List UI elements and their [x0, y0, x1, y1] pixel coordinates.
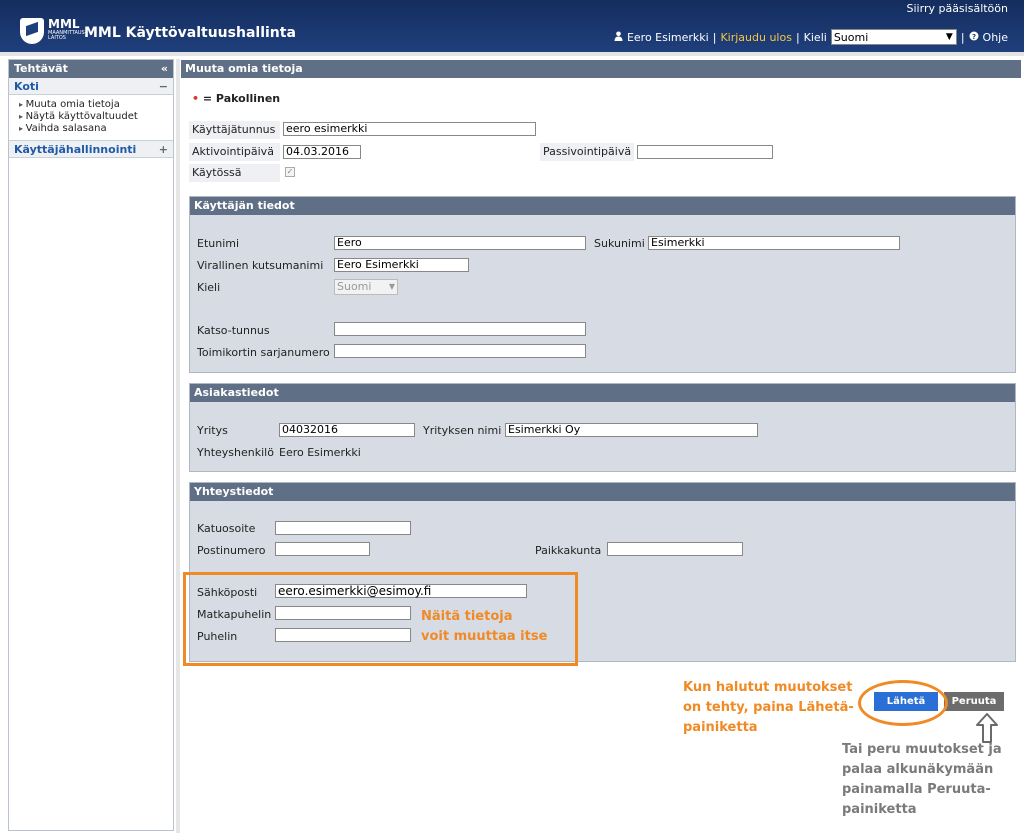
- required-legend: • = Pakollinen: [192, 92, 280, 105]
- page-title: Muuta omia tietoja: [181, 60, 1021, 78]
- city-label: Paikkakunta: [535, 544, 602, 557]
- first-name-label: Etunimi: [197, 237, 240, 250]
- official-name-label: Virallinen kutsumanimi: [197, 259, 324, 272]
- first-name-field[interactable]: Eero: [334, 236, 586, 250]
- skip-to-content-link[interactable]: Siirry pääsisältöön: [907, 2, 1008, 15]
- mml-logo-icon: [20, 18, 44, 44]
- cancel-hint-line: palaa alkunäkymään: [842, 762, 994, 777]
- user-bar: Eero Esimerkki | Kirjaudu ulos | Kieli S…: [614, 28, 1008, 46]
- sidebar-splitter[interactable]: [176, 59, 180, 833]
- separator: |: [960, 30, 965, 44]
- sidebar-section-home[interactable]: Koti −: [9, 78, 173, 95]
- in-use-checkbox[interactable]: ✓: [285, 167, 295, 177]
- contact-person-label: Yhteyshenkilö: [197, 446, 274, 459]
- chevron-down-icon: ▼: [388, 282, 395, 291]
- username-label: Käyttäjätunnus: [189, 121, 280, 139]
- app-title: MML Käyttövaltuushallinta: [84, 25, 296, 41]
- send-hint-line: on tehty, paina Lähetä-: [683, 700, 854, 715]
- cancel-hint-line: painamalla Peruuta-: [842, 782, 991, 797]
- sidebar-item-show-permissions[interactable]: Näytä käyttövaltuudet: [19, 111, 163, 123]
- section-title: Asiakastiedot: [190, 384, 1015, 402]
- contact-person-value: Eero Esimerkki: [279, 446, 361, 459]
- language-select-value: Suomi: [833, 30, 869, 44]
- user-icon: [614, 31, 623, 44]
- help-link[interactable]: Ohje: [983, 31, 1008, 44]
- editable-note-line: Näitä tietoja: [421, 609, 513, 624]
- required-marker: •: [192, 92, 200, 105]
- company-id-field[interactable]: 04032016: [279, 423, 415, 437]
- sidebar-item-change-own-info[interactable]: Muuta omia tietoja: [19, 99, 163, 111]
- logout-link[interactable]: Kirjaudu ulos: [720, 31, 792, 44]
- send-hint-line: Kun halutut muutokset: [683, 680, 853, 695]
- company-name-label: Yrityksen nimi: [423, 424, 502, 437]
- katso-id-field[interactable]: [334, 322, 586, 336]
- sidebar-item-change-password[interactable]: Vaihda salasana: [19, 123, 163, 135]
- language-select[interactable]: Suomi ▼: [830, 29, 957, 45]
- help-icon[interactable]: ?: [969, 31, 979, 44]
- section-title: Käyttäjän tiedot: [190, 197, 1015, 215]
- sidebar-home-items: Muuta omia tietoja Näytä käyttövaltuudet…: [9, 95, 173, 141]
- username-field[interactable]: eero esimerkki: [283, 122, 536, 136]
- send-button-highlight: [858, 680, 948, 726]
- city-field[interactable]: [607, 542, 743, 556]
- activation-date-label: Aktivointipäivä: [189, 143, 280, 161]
- katso-id-label: Katso-tunnus: [197, 324, 270, 337]
- company-name-field[interactable]: Esimerkki Oy: [505, 423, 758, 437]
- sidebar-section-label: Käyttäjähallinnointi: [14, 143, 137, 156]
- card-serial-field[interactable]: [334, 344, 586, 358]
- cancel-hint-line: painiketta: [842, 802, 917, 817]
- last-name-label: Sukunimi: [594, 237, 645, 250]
- editable-note-line: voit muuttaa itse: [421, 629, 548, 644]
- collapse-sidebar-icon[interactable]: «: [161, 62, 168, 76]
- activation-date-field[interactable]: 04.03.2016: [283, 145, 361, 159]
- logo-subtext: MAANMITTAUS-LAITOS: [48, 30, 87, 41]
- cancel-button[interactable]: Peruuta: [944, 692, 1004, 711]
- sidebar: Tehtävät « Koti − Muuta omia tietoja Näy…: [8, 59, 174, 831]
- official-name-field[interactable]: Eero Esimerkki: [334, 258, 469, 272]
- arrow-up-icon: [976, 713, 998, 743]
- street-field[interactable]: [275, 521, 411, 535]
- last-name-field[interactable]: Esimerkki: [648, 236, 900, 250]
- sidebar-title: Tehtävät: [14, 62, 68, 75]
- in-use-label: Käytössä: [189, 164, 280, 182]
- required-text: = Pakollinen: [202, 92, 281, 105]
- svg-text:?: ?: [972, 33, 976, 41]
- street-label: Katuosoite: [197, 522, 256, 535]
- send-hint: Kun halutut muutokset on tehty, paina Lä…: [683, 678, 854, 738]
- editable-note: Näitä tietoja voit muuttaa itse: [421, 607, 547, 647]
- cancel-hint: Tai peru muutokset ja palaa alkunäkymään…: [842, 740, 1002, 820]
- language-label: Kieli: [197, 281, 221, 294]
- separator: |: [795, 30, 800, 44]
- language-label: Kieli: [803, 30, 827, 44]
- user-name: Eero Esimerkki: [626, 30, 709, 44]
- postcode-field[interactable]: [275, 542, 370, 556]
- cancel-hint-line: Tai peru muutokset ja: [842, 742, 1002, 757]
- sidebar-section-user-admin[interactable]: Käyttäjähallinnointi +: [9, 141, 173, 158]
- logo-text: MML: [48, 17, 80, 31]
- card-serial-label: Toimikortin sarjanumero: [197, 346, 330, 359]
- company-label: Yritys: [197, 424, 228, 437]
- separator: |: [712, 30, 717, 44]
- section-title: Yhteystiedot: [190, 483, 1015, 501]
- language-select-disabled: Suomi ▼: [334, 279, 398, 295]
- sidebar-header: Tehtävät «: [9, 60, 173, 78]
- passivation-date-label: Passivointipäivä: [540, 143, 634, 161]
- send-hint-line: painiketta: [683, 720, 758, 735]
- passivation-date-field[interactable]: [637, 145, 773, 159]
- language-select-value: Suomi: [337, 280, 372, 293]
- expand-section-icon[interactable]: +: [159, 143, 168, 156]
- sidebar-section-label: Koti: [14, 80, 39, 93]
- header-underline: [0, 52, 1024, 56]
- postcode-label: Postinumero: [197, 544, 266, 557]
- collapse-section-icon[interactable]: −: [159, 80, 168, 93]
- chevron-down-icon: ▼: [945, 32, 953, 42]
